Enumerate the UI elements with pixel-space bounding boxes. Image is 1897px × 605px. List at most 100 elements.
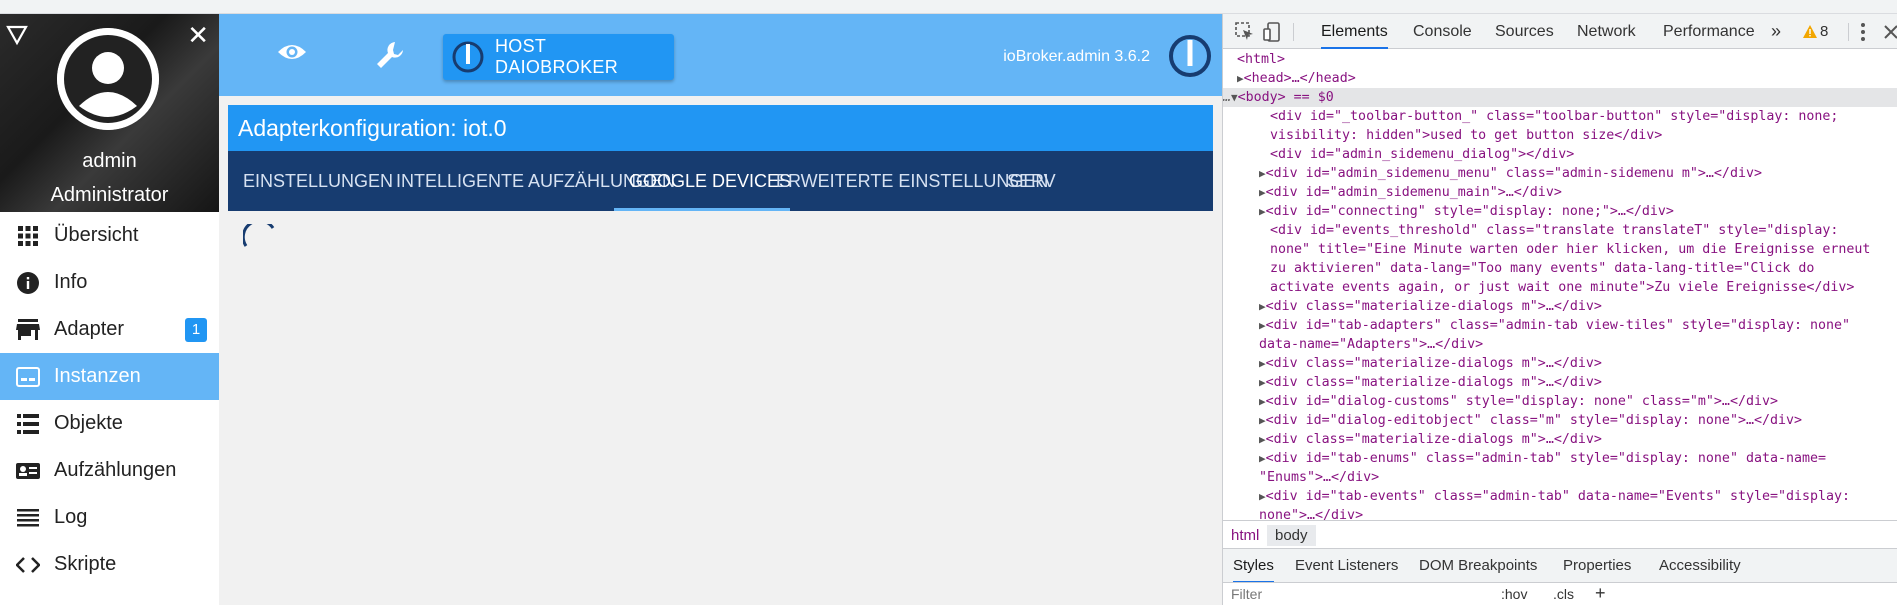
sidebar-item-label: Instanzen: [54, 365, 141, 387]
tab-properties[interactable]: Properties: [1563, 549, 1631, 583]
sidebar-item-log[interactable]: Log: [0, 494, 219, 541]
dom-line[interactable]: ▶<div class="materialize-dialogs m">…</d…: [1259, 430, 1602, 449]
dom-line[interactable]: ▶<div id="dialog-customs" style="display…: [1259, 392, 1778, 411]
styles-subtabs: Styles Event Listeners DOM Breakpoints P…: [1223, 548, 1897, 583]
hov-toggle[interactable]: :hov: [1501, 586, 1527, 602]
top-toolbar: HOST DAIOBROKER ioBroker.admin 3.6.2: [219, 14, 1222, 96]
tab-event-listeners[interactable]: Event Listeners: [1295, 549, 1398, 583]
sidebar-item-info[interactable]: Info: [0, 259, 219, 306]
update-count-badge: 1: [185, 318, 207, 342]
dom-line[interactable]: zu aktivieren" data-lang="Too many event…: [1270, 259, 1814, 278]
sidebar-item-adapter[interactable]: Adapter 1: [0, 306, 219, 353]
dom-line[interactable]: none" title="Eine Minute warten oder hie…: [1270, 240, 1870, 259]
styles-filter-bar: Filter :hov .cls +: [1223, 582, 1897, 605]
breadcrumb-body[interactable]: body: [1267, 525, 1316, 546]
dom-line[interactable]: ▶<div id="admin_sidemenu_main">…</div>: [1259, 183, 1562, 202]
kebab-menu-icon[interactable]: [1860, 22, 1866, 42]
dom-line[interactable]: none">…</div>: [1259, 506, 1363, 520]
dom-line[interactable]: "Enums">…</div>: [1259, 468, 1379, 487]
sidebar-item-label: Aufzählungen: [54, 459, 177, 481]
enum-icon: [16, 459, 40, 483]
dom-line[interactable]: <html>: [1237, 50, 1285, 69]
store-icon: [16, 318, 40, 342]
sidebar-item-label: Objekte: [54, 412, 123, 434]
warning-icon: [1803, 25, 1817, 38]
dom-line[interactable]: ▶<div class="materialize-dialogs m">…</d…: [1259, 354, 1602, 373]
cls-toggle[interactable]: .cls: [1553, 586, 1574, 602]
screen: ✕ admin Administrator Übersicht Info Ada…: [0, 0, 1897, 605]
toolbar-divider: [1848, 23, 1849, 41]
dom-line[interactable]: ▶<div class="materialize-dialogs m">…</d…: [1259, 373, 1602, 392]
log-icon: [16, 506, 40, 530]
dom-line[interactable]: ▶<div id="tab-enums" class="admin-tab" s…: [1259, 449, 1826, 468]
tab-styles[interactable]: Styles: [1233, 549, 1274, 583]
instances-icon: [16, 365, 40, 389]
version-label: ioBroker.admin 3.6.2: [1003, 48, 1150, 65]
grid-icon: [16, 224, 40, 248]
device-toggle-icon[interactable]: [1263, 22, 1283, 42]
add-rule-icon[interactable]: +: [1595, 583, 1606, 604]
config-tabs: EINSTELLUNGEN INTELLIGENTE AUFZÄHLUNGEN …: [228, 151, 1213, 211]
close-icon[interactable]: [1883, 22, 1897, 42]
breadcrumb-html[interactable]: html: [1223, 525, 1267, 546]
iobroker-logo-icon: [452, 41, 484, 73]
loading-spinner: [243, 224, 275, 247]
info-icon: [16, 271, 40, 295]
filter-input[interactable]: Filter: [1231, 586, 1262, 602]
host-button[interactable]: HOST DAIOBROKER: [443, 34, 674, 80]
user-name: admin: [82, 150, 137, 172]
breadcrumb: html body: [1223, 520, 1897, 548]
tab-services[interactable]: SERV: [992, 151, 1071, 211]
sidebar-item-objekte[interactable]: Objekte: [0, 400, 219, 447]
dom-line-selected[interactable]: …▼<body> == $0: [1223, 88, 1334, 107]
dom-line[interactable]: <div id="events_threshold" class="transl…: [1270, 221, 1838, 240]
devtools-toolbar: Elements Console Sources Network Perform…: [1223, 14, 1897, 49]
warning-count: 8: [1820, 23, 1829, 40]
tab-accessibility[interactable]: Accessibility: [1659, 549, 1741, 583]
browser-strip: [0, 0, 1897, 14]
dom-line[interactable]: ▶<div id="admin_sidemenu_menu" class="ad…: [1259, 164, 1762, 183]
sidebar-item-label: Log: [54, 506, 88, 528]
sidebar-header: ✕ admin Administrator: [0, 14, 219, 212]
dom-line[interactable]: activate events again, or just wait one …: [1270, 278, 1854, 297]
dom-line[interactable]: ▶<div id="tab-events" class="admin-tab" …: [1259, 487, 1850, 506]
devtools-panel: Elements Console Sources Network Perform…: [1222, 14, 1897, 605]
sidebar-item-uebersicht[interactable]: Übersicht: [0, 212, 219, 259]
active-tab-indicator: [614, 208, 790, 211]
sidebar-item-skripte[interactable]: Skripte: [0, 541, 219, 588]
sidebar-item-label: Adapter: [54, 318, 125, 340]
dom-line[interactable]: ▶<head>…</head>: [1237, 69, 1356, 88]
more-tabs-button[interactable]: »: [1771, 14, 1781, 49]
dom-line[interactable]: data-name="Adapters">…</div>: [1259, 335, 1483, 354]
iobroker-triangle-icon[interactable]: [6, 24, 28, 46]
iobroker-logo-icon[interactable]: [1168, 34, 1212, 78]
avatar: [57, 28, 159, 130]
dom-line[interactable]: ▶<div class="materialize-dialogs m">…</d…: [1259, 297, 1602, 316]
dom-line[interactable]: <div id="admin_sidemenu_dialog"></div>: [1270, 145, 1574, 164]
sidebar-item-instanzen[interactable]: Instanzen: [0, 353, 219, 400]
eye-icon[interactable]: [277, 42, 307, 62]
tab-sources[interactable]: Sources: [1495, 14, 1554, 49]
tab-dom-breakpoints[interactable]: DOM Breakpoints: [1419, 549, 1537, 583]
tab-network[interactable]: Network: [1577, 14, 1636, 49]
host-button-label: HOST DAIOBROKER: [494, 36, 618, 77]
toolbar-divider: [1293, 23, 1294, 41]
user-role: Administrator: [50, 184, 169, 206]
sidebar-item-aufzaehlungen[interactable]: Aufzählungen: [0, 447, 219, 494]
warnings-indicator[interactable]: 8: [1803, 23, 1828, 40]
dom-line[interactable]: <div id="_toolbar-button_" class="toolba…: [1270, 107, 1838, 126]
sidebar-item-label: Info: [54, 271, 88, 293]
dom-tree[interactable]: <html> ▶<head>…</head> …▼<body> == $0 <d…: [1223, 50, 1897, 520]
tab-elements[interactable]: Elements: [1321, 14, 1388, 49]
close-icon[interactable]: ✕: [187, 22, 209, 48]
inspect-icon[interactable]: [1235, 22, 1255, 42]
dom-line[interactable]: ▶<div id="dialog-editobject" class="m" s…: [1259, 411, 1802, 430]
dom-line[interactable]: ▶<div id="tab-adapters" class="admin-tab…: [1259, 316, 1850, 335]
page-title: Adapterkonfiguration: iot.0: [228, 105, 1213, 151]
dom-line[interactable]: visibility: hidden">used to get button s…: [1270, 126, 1662, 145]
sidebar-item-label: Übersicht: [54, 224, 139, 246]
dom-line[interactable]: ▶<div id="connecting" style="display: no…: [1259, 202, 1674, 221]
tab-performance[interactable]: Performance: [1663, 14, 1755, 49]
wrench-icon[interactable]: [375, 40, 405, 70]
tab-console[interactable]: Console: [1413, 14, 1472, 49]
